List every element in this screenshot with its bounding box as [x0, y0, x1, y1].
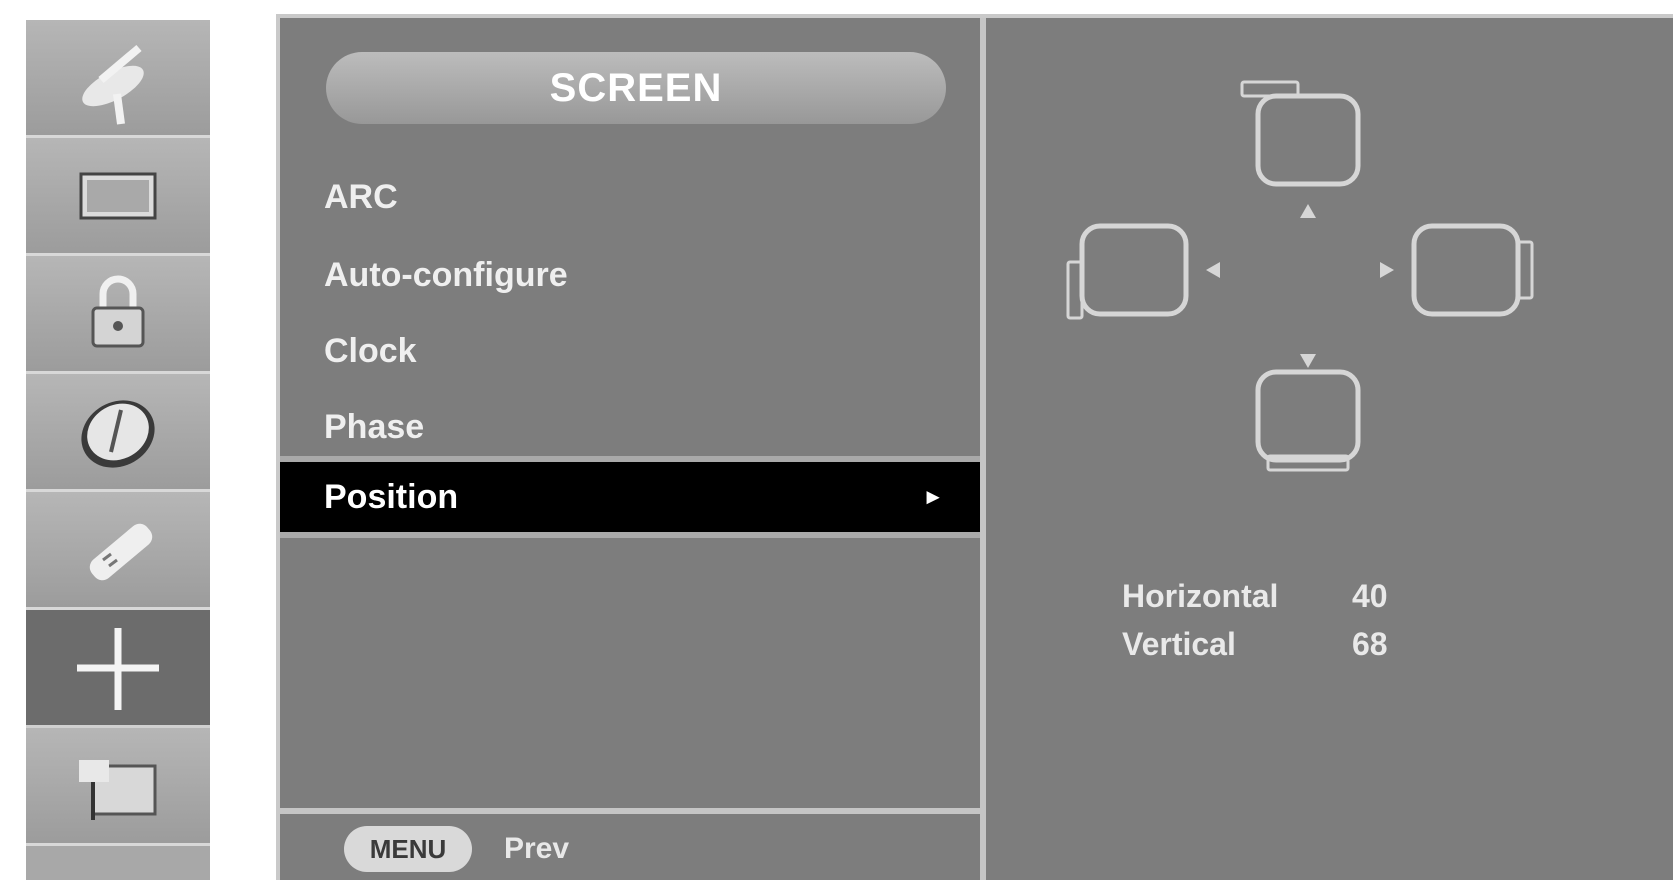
lock-icon: [91, 275, 145, 347]
sidebar-item-lock[interactable]: [26, 256, 210, 374]
monitor-left-icon[interactable]: [1066, 223, 1189, 320]
menu-item-phase[interactable]: Phase: [280, 392, 980, 462]
option-icon: [89, 523, 153, 580]
vertical-readout: Vertical 68: [1122, 622, 1412, 666]
vertical-value[interactable]: 68: [1352, 626, 1388, 663]
sidebar: [26, 20, 210, 880]
horizontal-value[interactable]: 40: [1352, 578, 1388, 615]
menu-title: SCREEN: [326, 52, 946, 124]
vertical-label: Vertical: [1122, 625, 1236, 662]
monitor-right-icon[interactable]: [1411, 223, 1534, 317]
menu-item-arc[interactable]: ARC: [280, 162, 980, 232]
sidebar-item-time[interactable]: [26, 374, 210, 492]
horizontal-label: Horizontal: [1122, 577, 1279, 614]
arrow-down-icon: [1300, 354, 1316, 368]
sidebar-item-picture[interactable]: [26, 138, 210, 256]
footer-action-label: Prev: [504, 832, 570, 865]
position-diagram: [1052, 66, 1592, 526]
monitor-up-icon[interactable]: [1240, 80, 1361, 187]
arrow-left-icon: [1206, 262, 1220, 278]
monitor-down-icon[interactable]: [1255, 369, 1361, 472]
arrow-up-icon: [1300, 204, 1316, 218]
pip-icon: [79, 759, 157, 820]
sidebar-item-option[interactable]: [26, 492, 210, 610]
arrow-right-icon: [1380, 262, 1394, 278]
screen-position-icon: [77, 627, 159, 710]
menu-column: SCREEN ARC Auto-configure Clock Phase Po…: [280, 18, 986, 880]
sidebar-item-setup[interactable]: [26, 20, 210, 138]
submenu-arrow-icon: ►: [922, 484, 944, 509]
menu-key-button[interactable]: MENU: [344, 826, 472, 872]
sidebar-item-pip[interactable]: [26, 728, 210, 846]
menu-item-auto-configure[interactable]: Auto-configure: [280, 240, 980, 310]
menu-item-position-label: Position: [324, 477, 459, 516]
picture-icon: [79, 172, 157, 219]
menu-item-position[interactable]: Position ►: [280, 456, 980, 538]
menu-footer: MENU Prev: [280, 808, 980, 884]
sidebar-item-screen[interactable]: [26, 610, 210, 728]
satellite-icon: [82, 44, 144, 125]
horizontal-readout: Horizontal 40: [1122, 574, 1412, 618]
menu-item-clock[interactable]: Clock: [280, 316, 980, 386]
clock-icon: [81, 399, 155, 468]
